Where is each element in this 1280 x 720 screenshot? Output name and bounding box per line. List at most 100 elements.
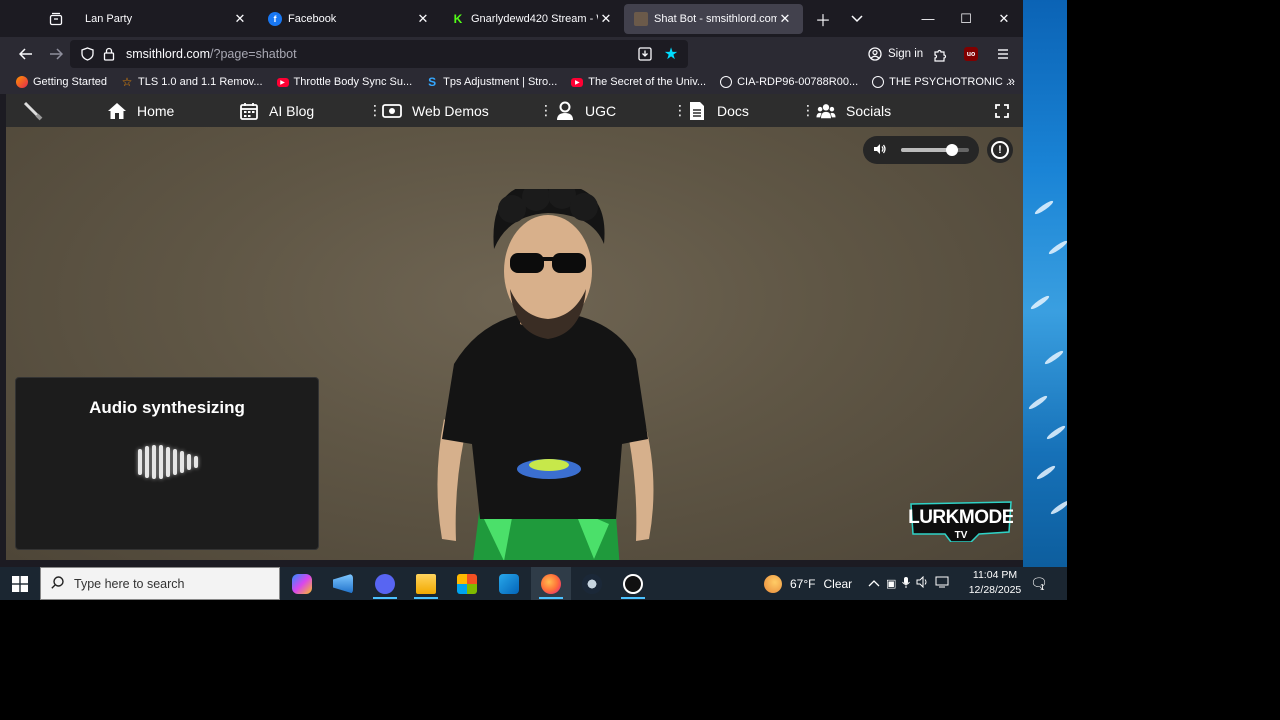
logo-subtext: TV (955, 530, 968, 541)
bookmark-getting-started[interactable]: Getting Started (16, 76, 107, 88)
nav-label: UGC (585, 102, 617, 119)
bookmark-tls[interactable]: ☆ TLS 1.0 and 1.1 Remov... (121, 75, 263, 89)
taskbar-obs[interactable] (613, 567, 653, 600)
page-content: Home AI Blog ⋮ Web Demos ⋮ UGC ⋮ Docs ⋮ … (6, 94, 1023, 560)
store-icon (457, 573, 477, 594)
nav-web-demos[interactable]: Web Demos (382, 94, 489, 127)
extensions-button[interactable] (927, 41, 953, 67)
avatar-character[interactable] (424, 189, 664, 560)
speaker-icon[interactable] (873, 143, 891, 158)
url-text[interactable]: smsithlord.com/?page=shatbot (126, 47, 297, 61)
star-icon: ☆ (121, 75, 133, 89)
logo-text: LURKMODE (909, 507, 1013, 528)
nav-docs[interactable]: Docs (687, 94, 749, 127)
network-icon[interactable] (935, 576, 949, 591)
bookmark-star-icon[interactable]: ★ (660, 43, 682, 65)
nav-label: Docs (717, 102, 749, 119)
taskbar-clock[interactable]: 11:04 PM 12/28/2025 (962, 568, 1028, 600)
site-logo[interactable] (22, 94, 44, 127)
tab-shat-bot[interactable]: Shat Bot - smsithlord.com ✕ (624, 3, 803, 34)
volume-slider[interactable] (900, 144, 969, 156)
site-nav: Home AI Blog ⋮ Web Demos ⋮ UGC ⋮ Docs ⋮ … (6, 94, 1023, 127)
lock-icon[interactable] (98, 43, 120, 65)
download-icon[interactable] (634, 43, 656, 65)
volume-icon[interactable] (916, 575, 929, 591)
taskbar-firefox[interactable] (531, 567, 571, 600)
bookmarks-overflow-button[interactable]: » (1008, 73, 1015, 88)
fullscreen-button[interactable] (995, 94, 1009, 127)
nav-home[interactable]: Home (107, 94, 174, 127)
running-indicator (539, 597, 563, 599)
bookmark-cia[interactable]: CIA-RDP96-00788R00... (720, 76, 858, 88)
ublock-button[interactable]: uo (958, 41, 984, 67)
minimize-button[interactable]: — (909, 1, 947, 37)
maximize-button[interactable]: ☐ (947, 1, 985, 37)
tab-strip: Lan Party ✕ f Facebook ✕ K Gnarlydewd420… (0, 0, 1023, 37)
bookmark-psychotronic[interactable]: THE PSYCHOTRONIC ... (872, 76, 1015, 88)
globe-icon (872, 76, 885, 88)
taskbar-search-input[interactable]: Type here to search (40, 567, 280, 600)
nav-label: Home (137, 102, 175, 119)
sign-in-button[interactable]: Sign in (862, 41, 929, 67)
window-controls: — ☐ ✕ (909, 1, 1023, 37)
kick-icon: K (453, 11, 463, 26)
nav-socials[interactable]: Socials (816, 94, 891, 127)
weather-widget[interactable]: 67°F Clear (764, 567, 852, 600)
sign-in-label: Sign in (888, 48, 924, 60)
start-button[interactable] (0, 567, 40, 600)
taskbar-store[interactable] (447, 567, 487, 600)
chevron-up-icon[interactable] (868, 578, 880, 590)
taskbar-copilot[interactable] (282, 567, 322, 600)
tab-stream[interactable]: K Gnarlydewd420 Stream - Watch ✕ (441, 4, 624, 34)
record-icon (623, 573, 643, 594)
bookmark-label: The Secret of the Univ... (588, 76, 707, 88)
more-dots-icon: ⋮ (801, 102, 815, 118)
nav-ai-blog[interactable]: AI Blog (239, 94, 314, 127)
nav-label: Socials (846, 102, 892, 119)
tab-lan-party[interactable]: Lan Party ✕ (75, 4, 258, 34)
menu-button[interactable] (990, 41, 1016, 67)
notification-center-button[interactable]: 🗨 1 (1030, 575, 1048, 592)
taskbar-discord[interactable] (365, 567, 405, 600)
bookmark-tps[interactable]: S Tps Adjustment | Stro... (426, 75, 557, 89)
close-icon[interactable]: ✕ (598, 11, 614, 27)
bookmark-secret[interactable]: ▶ The Secret of the Univ... (571, 76, 706, 88)
account-icon (868, 47, 882, 61)
tab-list-button[interactable] (40, 5, 72, 33)
taskbar-file-explorer[interactable] (406, 567, 446, 600)
tray-app-icon[interactable]: ▣ (886, 577, 896, 590)
firefox-icon (16, 76, 28, 88)
globe-icon (720, 76, 733, 88)
back-button[interactable] (11, 40, 41, 68)
ublock-icon: uo (964, 47, 978, 61)
volume-knob[interactable] (945, 144, 958, 156)
forward-button[interactable] (41, 40, 71, 68)
new-tab-button[interactable]: ＋ (808, 5, 838, 33)
tab-facebook[interactable]: f Facebook ✕ (258, 4, 441, 34)
nav-ugc[interactable]: UGC (555, 94, 616, 127)
info-button[interactable]: ! (987, 137, 1013, 163)
system-tray: ▣ (868, 567, 949, 600)
url-bar[interactable]: smsithlord.com/?page=shatbot ★ (70, 39, 688, 68)
shield-icon[interactable] (76, 43, 98, 65)
bookmark-label: TLS 1.0 and 1.1 Remov... (138, 76, 263, 88)
taskbar-app-2[interactable] (323, 567, 363, 600)
windows-icon (12, 575, 28, 592)
close-icon[interactable]: ✕ (777, 11, 793, 27)
weather-condition: Clear (823, 576, 853, 591)
taskbar-steam[interactable] (572, 567, 612, 600)
tab-title: Shat Bot - smsithlord.com (654, 12, 777, 25)
microphone-icon[interactable] (902, 576, 911, 592)
bookmark-throttle[interactable]: ▶ Throttle Body Sync Su... (276, 76, 412, 88)
close-icon[interactable]: ✕ (232, 11, 248, 27)
calendar-icon (239, 101, 259, 121)
arrow-left-icon (19, 47, 32, 60)
taskbar-outlook[interactable] (489, 567, 529, 600)
close-icon[interactable]: ✕ (415, 11, 431, 27)
notification-count: 1 (1040, 583, 1045, 592)
tab-title: Lan Party (85, 12, 133, 25)
tab-overflow-button[interactable] (842, 5, 872, 33)
video-icon (382, 101, 402, 121)
close-window-button[interactable]: ✕ (985, 1, 1023, 37)
clock-date: 12/28/2025 (968, 584, 1022, 596)
